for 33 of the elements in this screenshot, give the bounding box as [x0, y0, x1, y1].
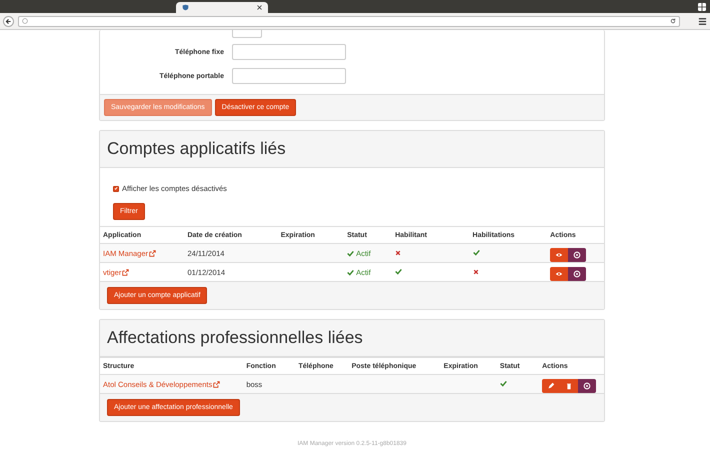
globe-icon [22, 18, 28, 24]
power-button[interactable] [578, 379, 596, 393]
external-link-icon [149, 250, 156, 257]
back-button[interactable] [3, 16, 14, 26]
menu-icon[interactable] [698, 16, 707, 26]
eye-icon [555, 270, 564, 278]
reload-icon[interactable] [670, 18, 676, 24]
panel-title: Affectations professionnelles liées [107, 328, 363, 348]
address-field[interactable] [18, 16, 680, 26]
close-icon[interactable] [257, 5, 262, 10]
power-icon [573, 251, 582, 259]
power-button[interactable] [568, 248, 586, 262]
power-icon [573, 270, 582, 278]
input-field[interactable] [232, 44, 346, 60]
power-button[interactable] [568, 267, 586, 281]
eye-button[interactable] [550, 267, 568, 281]
input-field[interactable] [232, 68, 346, 84]
pencil-button[interactable] [542, 379, 560, 393]
eye-button[interactable] [550, 248, 568, 262]
window-grid-icon[interactable] [698, 3, 706, 11]
arrow-left-icon [5, 18, 12, 24]
shield-icon [182, 4, 189, 11]
panel-title: Comptes applicatifs liés [107, 139, 286, 159]
external-link-icon [213, 381, 220, 388]
browser-tab[interactable] [176, 2, 268, 13]
trash-button[interactable] [560, 379, 578, 393]
input-field[interactable] [232, 30, 262, 38]
checkbox[interactable] [113, 186, 119, 192]
power-icon [583, 382, 592, 390]
external-link-icon [122, 269, 130, 276]
pencil-icon [547, 382, 556, 390]
eye-icon [555, 251, 564, 259]
trash-icon [565, 382, 574, 390]
